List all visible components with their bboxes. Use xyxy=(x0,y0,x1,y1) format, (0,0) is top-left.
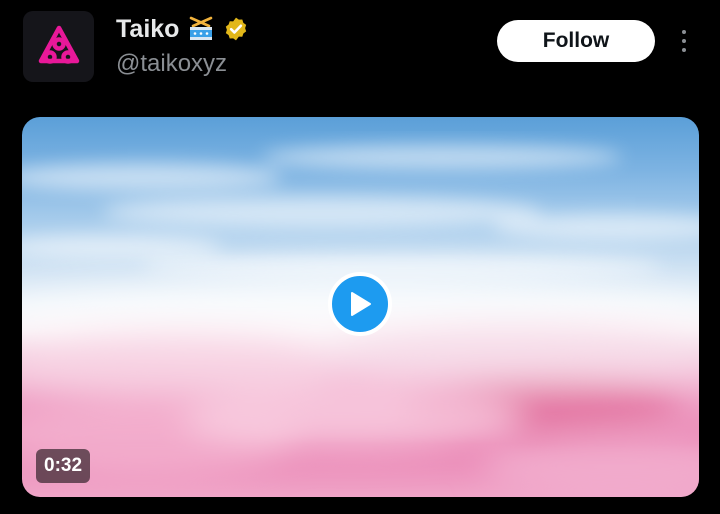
display-name[interactable]: Taiko xyxy=(116,14,179,44)
more-dot xyxy=(682,39,686,43)
more-dot xyxy=(682,48,686,52)
more-dot xyxy=(682,30,686,34)
play-button[interactable] xyxy=(328,272,392,336)
video-player[interactable]: 0:32 xyxy=(22,117,699,497)
video-duration-badge: 0:32 xyxy=(36,449,91,483)
more-options-icon[interactable] xyxy=(672,26,696,56)
taiko-logo-icon xyxy=(38,25,79,64)
avatar[interactable] xyxy=(23,11,94,82)
play-icon xyxy=(351,292,371,316)
author-handle[interactable]: @taikoxyz xyxy=(116,49,227,79)
drum-emoji-icon xyxy=(190,16,213,40)
follow-button[interactable]: Follow xyxy=(497,20,655,62)
author-name-row[interactable]: Taiko xyxy=(116,14,249,44)
verified-badge-icon[interactable] xyxy=(223,16,249,42)
